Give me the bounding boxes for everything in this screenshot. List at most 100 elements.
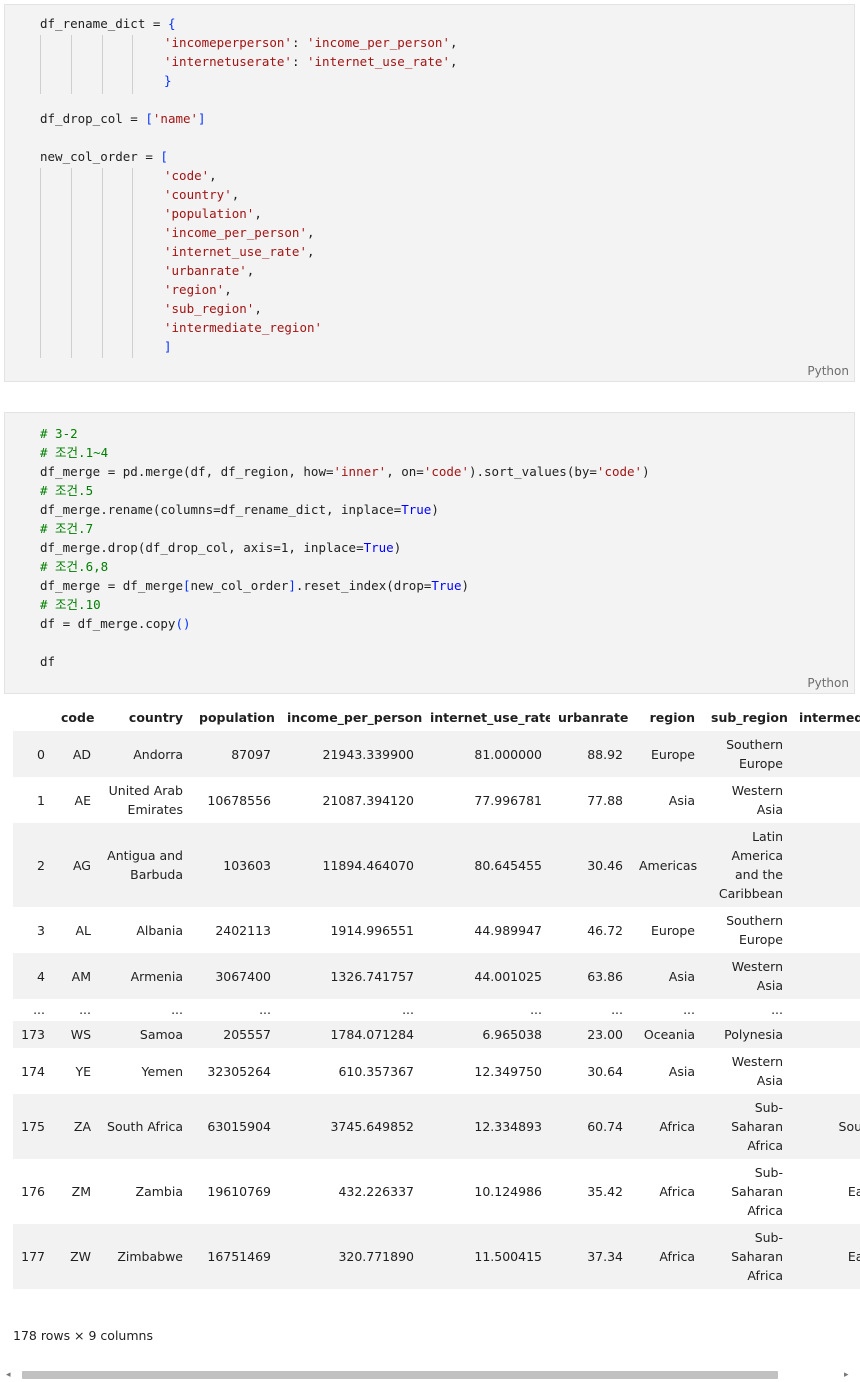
table-cell (791, 907, 860, 953)
table-cell: ZA (73, 1119, 91, 1134)
table-cell: Africa (659, 1184, 695, 1199)
code-token: df_merge = df_merge (40, 578, 183, 593)
index-header (13, 703, 53, 731)
table-cell (791, 823, 860, 907)
code-line: # 3-2 (40, 424, 78, 443)
table-row: 176 ZM Zambia 19610769 432.226337 10.124986 35… (13, 1159, 860, 1224)
row-index: 173 (21, 1027, 45, 1042)
code-token: ] (288, 578, 296, 593)
table-row: 173 WS Samoa 205557 1784.071284 6.965038 23.00… (13, 1021, 860, 1048)
horizontal-scrollbar[interactable] (4, 1368, 856, 1382)
scroll-right-icon[interactable]: ▸ (844, 1370, 849, 1380)
table-cell: 1914.996551 (330, 922, 414, 938)
code-token: new_col_order (190, 578, 289, 593)
indent-guide (102, 168, 103, 358)
code-token: 'code' (423, 464, 469, 479)
code-token: df_drop_col = (40, 111, 146, 126)
code-line: 'country', (164, 185, 239, 204)
table-header-row: code country population income_per_person in… (13, 703, 860, 731)
code-token: , (307, 225, 315, 240)
code-token: .reset_index(drop= (295, 578, 432, 593)
indent-guide (132, 35, 133, 94)
table-row: 0 AD Andorra 87097 21943.339900 81.000000 88.9… (13, 731, 860, 777)
table-cell: Armenia (130, 968, 183, 984)
code-line: 'incomeperperson': 'income_per_person', (164, 33, 458, 52)
row-index: 3 (37, 922, 45, 938)
code-line: # 조건.10 (40, 595, 101, 614)
table-cell: Western Asia (731, 1054, 783, 1088)
table-cell: 88.92 (587, 746, 623, 762)
column-header: sub_region (711, 709, 788, 725)
code-cell-1[interactable]: df_rename_dict = {'incomeperperson': 'in… (4, 4, 855, 382)
table-cell: 1784.071284 (330, 1027, 414, 1042)
table-cell: 6.965038 (482, 1027, 542, 1042)
code-token: 'internet_use_rate' (307, 54, 450, 69)
table-cell: 35.42 (587, 1184, 623, 1199)
table-cell: 37.34 (587, 1249, 623, 1264)
code-line: # 조건.6,8 (40, 557, 108, 576)
code-token: () (175, 616, 191, 631)
table-cell: ZW (70, 1249, 91, 1264)
code-token: , (224, 282, 232, 297)
table-cell: Yemen (141, 1063, 183, 1079)
table-cell: Europe (651, 746, 695, 762)
table-cell: Zimbabwe (117, 1249, 183, 1264)
code-line: df_drop_col = ['name'] (40, 109, 206, 128)
code-token: : (291, 35, 307, 50)
table-cell: 30.46 (587, 857, 623, 873)
table-cell: Sub-Saharan Africa (731, 1165, 783, 1218)
table-cell: 77.88 (587, 792, 623, 808)
table-cell: 10.124986 (474, 1184, 542, 1199)
code-token: df = df_merge.copy (40, 616, 176, 631)
code-cell-2[interactable]: # 3-2 # 조건.1~4 df_merge = pd.merge(df, df_… (4, 412, 855, 694)
row-index: ... (33, 1002, 45, 1017)
row-index: 176 (21, 1184, 45, 1199)
table-row: .............................. (13, 999, 860, 1021)
table-cell: 21943.339900 (322, 746, 414, 762)
code-line: 'population', (164, 204, 262, 223)
code-token: new_col_order = (40, 149, 161, 164)
table-cell: 11894.464070 (322, 857, 414, 873)
table-cell: 3745.649852 (330, 1119, 414, 1134)
table-cell: Asia (668, 1063, 695, 1079)
code-line: df_merge = pd.merge(df, df_region, how='… (40, 462, 650, 481)
table-cell: 3067400 (215, 968, 271, 984)
table-cell: 63.86 (587, 968, 623, 984)
table-cell: ... (530, 1002, 542, 1017)
code-token: ] (164, 339, 172, 354)
table-cell: Antigua and Barbuda (107, 848, 183, 882)
code-token: [ (183, 578, 191, 593)
table-cell: AD (72, 746, 91, 762)
code-token: df_rename_dict = (40, 16, 168, 31)
code-line: df_merge.rename(columns=df_rename_dict, … (40, 500, 439, 519)
shape-summary: 178 rows × 9 columns (13, 1328, 153, 1343)
table-cell: 23.00 (587, 1027, 623, 1042)
code-token: 'income_per_person' (164, 225, 307, 240)
code-line: df_rename_dict = { (40, 14, 175, 33)
row-index: 0 (37, 746, 45, 762)
table-cell: YE (75, 1063, 91, 1079)
code-token: , (231, 187, 240, 202)
code-token: True (401, 502, 432, 517)
table-cell: ZM (71, 1184, 91, 1199)
code-token: 'internet_use_rate' (164, 244, 307, 259)
table-cell: 2402113 (215, 922, 271, 938)
table-cell: ... (171, 1002, 183, 1017)
table-cell: 46.72 (587, 922, 623, 938)
code-token: 'incomeperperson' (164, 35, 292, 50)
scrollbar-thumb[interactable] (22, 1371, 778, 1379)
scroll-left-icon[interactable]: ◂ (6, 1370, 11, 1380)
code-token: , (254, 301, 262, 316)
indent-guide (102, 35, 103, 94)
row-index: 4 (37, 968, 45, 984)
code-token: # 조건.5 (40, 483, 94, 498)
language-label: Python (807, 364, 849, 378)
code-token: , (254, 206, 262, 221)
code-line: 'code', (164, 166, 217, 185)
table-row: 175 ZA South Africa 63015904 3745.649852 12.3… (13, 1094, 860, 1159)
code-token: { (167, 16, 176, 31)
table-cell: Western Asia (731, 959, 783, 993)
table-cell: ... (771, 1002, 783, 1017)
code-line: 'internet_use_rate', (164, 242, 315, 261)
dataframe-output: code country population income_per_person in… (13, 703, 860, 1313)
